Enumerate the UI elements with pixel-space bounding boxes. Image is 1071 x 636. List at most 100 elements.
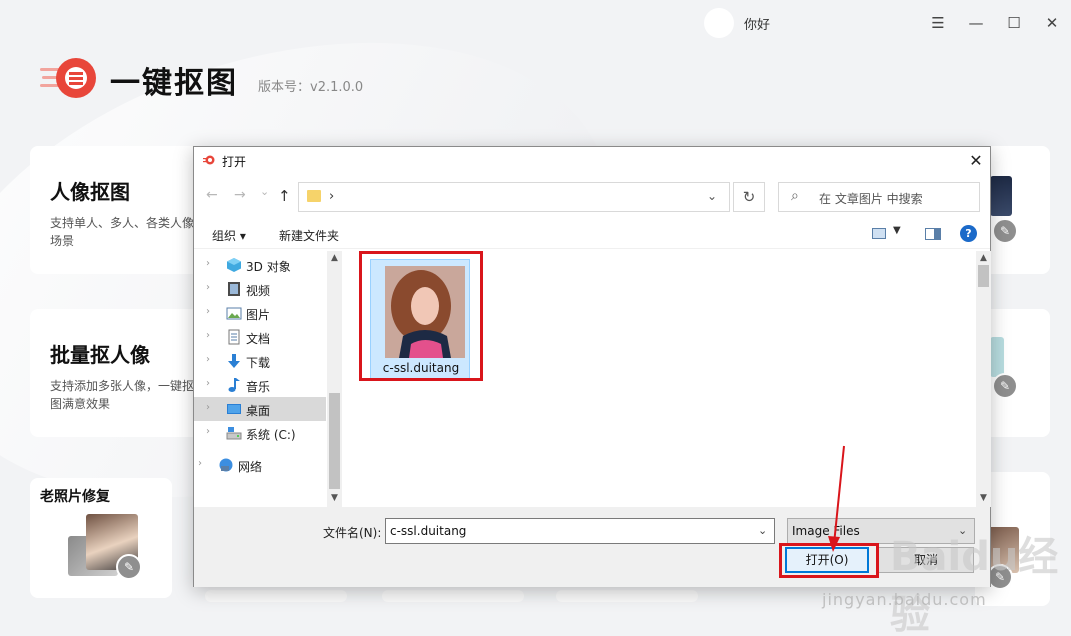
filename-label: 文件名(N):: [323, 526, 382, 540]
card-title: 老照片修复: [40, 489, 110, 505]
search-icon: ⌕: [791, 188, 799, 204]
preview-pane-icon[interactable]: [925, 228, 941, 240]
maximize-button[interactable]: ☐: [1003, 12, 1025, 34]
refresh-button[interactable]: ↻: [733, 182, 765, 212]
scrollbar-thumb[interactable]: [978, 265, 989, 287]
video-icon: [228, 282, 240, 296]
card-title: 批量抠人像: [50, 343, 150, 367]
tree-item-label: 系统 (C:): [246, 428, 296, 442]
breadcrumb-separator[interactable]: ›: [329, 189, 334, 204]
tree-item-label: 3D 对象: [246, 260, 291, 274]
batch-cutout-card[interactable]: 批量抠人像 支持添加多张人像，一键抠图满意效果: [30, 309, 210, 437]
forward-icon[interactable]: →: [234, 187, 246, 203]
watermark-logo: Baidu经验: [890, 534, 1059, 636]
scroll-down-icon[interactable]: ▼: [976, 493, 991, 503]
music-icon: [228, 378, 240, 392]
3d-objects-icon: [227, 258, 241, 272]
back-icon[interactable]: ←: [206, 187, 218, 203]
help-icon[interactable]: ?: [960, 225, 977, 242]
app-small-icon: [203, 155, 215, 165]
tool-icon: ✎: [992, 373, 1018, 399]
card-bottom-edge: [205, 590, 347, 602]
file-list-scrollbar[interactable]: ▲ ▼: [976, 251, 991, 507]
network-icon: [219, 458, 233, 472]
expand-icon[interactable]: ›: [198, 458, 202, 469]
file-name: c-ssl.duitang: [382, 361, 460, 375]
dialog-toolbar: 组织 ▾ 新建文件夹 ▼ ?: [194, 221, 990, 249]
expand-icon[interactable]: ›: [206, 378, 210, 389]
navigation-bar: ← → ⌄ ↑ › ⌄ ↻ ⌕ 在 文章图片 中搜索: [194, 179, 990, 215]
dialog-footer: 文件名(N): c-ssl.duitang ⌄ Image Files ⌄ 打开…: [194, 507, 990, 587]
new-folder-button[interactable]: 新建文件夹: [279, 227, 339, 244]
scroll-up-icon[interactable]: ▲: [976, 253, 991, 263]
expand-icon[interactable]: ›: [206, 258, 210, 269]
photo-restore-card[interactable]: 老照片修复 ✎: [30, 478, 172, 598]
minimize-button[interactable]: —: [965, 12, 987, 34]
tree-item-label: 文档: [246, 332, 271, 346]
card-bottom-edge: [382, 590, 524, 602]
recent-locations-icon[interactable]: ⌄: [260, 185, 269, 198]
navigation-tree: › 3D 对象 › 视频 › 图片 › 文档 › 下载 › 音乐 › 桌面 › …: [194, 251, 342, 507]
scroll-up-icon[interactable]: ▲: [327, 253, 342, 263]
view-dropdown-icon[interactable]: ▼: [893, 225, 901, 236]
tree-item-3d-objects[interactable]: › 3D 对象: [194, 253, 326, 277]
search-placeholder: 在 文章图片 中搜索: [819, 192, 923, 206]
tree-item-system-drive[interactable]: › 系统 (C:): [194, 421, 326, 445]
app-name: 一键抠图: [110, 66, 238, 101]
tree-item-network[interactable]: › 网络: [186, 453, 318, 477]
address-bar[interactable]: › ⌄: [298, 182, 730, 212]
tree-item-label: 下载: [246, 356, 271, 370]
drive-icon: [226, 427, 242, 440]
expand-icon[interactable]: ›: [206, 402, 210, 413]
tree-item-label: 桌面: [246, 404, 271, 418]
documents-icon: [228, 329, 240, 345]
expand-icon[interactable]: ›: [206, 426, 210, 437]
filename-input[interactable]: c-ssl.duitang ⌄: [385, 518, 775, 544]
open-file-dialog: 打开 ✕ ← → ⌄ ↑ › ⌄ ↻ ⌕ 在 文章图片 中搜索 组织 ▾ 新建文…: [193, 146, 991, 587]
chevron-down-icon[interactable]: ⌄: [707, 189, 717, 203]
tree-item-label: 音乐: [246, 380, 271, 394]
up-folder-icon[interactable]: ↑: [278, 187, 291, 205]
tree-item-pictures[interactable]: › 图片: [194, 301, 326, 325]
close-button[interactable]: ✕: [1041, 12, 1063, 34]
view-options-icon[interactable]: [872, 228, 886, 239]
tree-item-videos[interactable]: › 视频: [194, 277, 326, 301]
dialog-title: 打开: [222, 155, 247, 169]
scrollbar-thumb[interactable]: [329, 393, 340, 489]
organize-button[interactable]: 组织 ▾: [212, 227, 246, 244]
menu-icon[interactable]: ☰: [927, 12, 949, 34]
tree-item-label: 图片: [246, 308, 271, 322]
tree-scrollbar[interactable]: ▲ ▼: [327, 251, 342, 507]
tree-item-music[interactable]: › 音乐: [194, 373, 326, 397]
portrait-cutout-card[interactable]: 人像抠图 支持单人、多人、各类人像场景: [30, 146, 210, 274]
expand-icon[interactable]: ›: [206, 330, 210, 341]
card-bottom-edge: [556, 590, 698, 602]
file-item[interactable]: c-ssl.duitang: [370, 259, 470, 379]
card-desc: 支持单人、多人、各类人像场景: [50, 216, 195, 248]
app-titlebar: 你好 ☰ — ☐ ✕: [0, 0, 1071, 46]
card-thumbnail: [990, 337, 1004, 377]
username[interactable]: 你好: [744, 14, 770, 33]
expand-icon[interactable]: ›: [206, 306, 210, 317]
watermark-text: jingyan.baidu.com: [822, 590, 987, 609]
folder-icon: [307, 190, 321, 202]
search-box[interactable]: ⌕ 在 文章图片 中搜索: [778, 182, 980, 212]
card-desc: 支持添加多张人像，一键抠图满意效果: [50, 379, 195, 411]
card-thumbnail: [990, 176, 1012, 216]
app-logo-icon: [40, 58, 96, 98]
scroll-down-icon[interactable]: ▼: [327, 493, 342, 503]
user-avatar[interactable]: [704, 8, 734, 38]
expand-icon[interactable]: ›: [206, 282, 210, 293]
chevron-down-icon[interactable]: ⌄: [758, 524, 767, 537]
tree-item-documents[interactable]: › 文档: [194, 325, 326, 349]
filename-value: c-ssl.duitang: [390, 524, 467, 538]
tree-item-desktop[interactable]: › 桌面: [194, 397, 326, 421]
card-title: 人像抠图: [50, 180, 130, 204]
tree-item-downloads[interactable]: › 下载: [194, 349, 326, 373]
expand-icon[interactable]: ›: [206, 354, 210, 365]
downloads-icon: [228, 354, 240, 368]
tree-item-label: 网络: [238, 460, 263, 474]
tool-icon: ✎: [992, 218, 1018, 244]
app-version: 版本号：v2.1.0.0: [258, 80, 364, 95]
dialog-close-button[interactable]: ✕: [966, 151, 986, 171]
